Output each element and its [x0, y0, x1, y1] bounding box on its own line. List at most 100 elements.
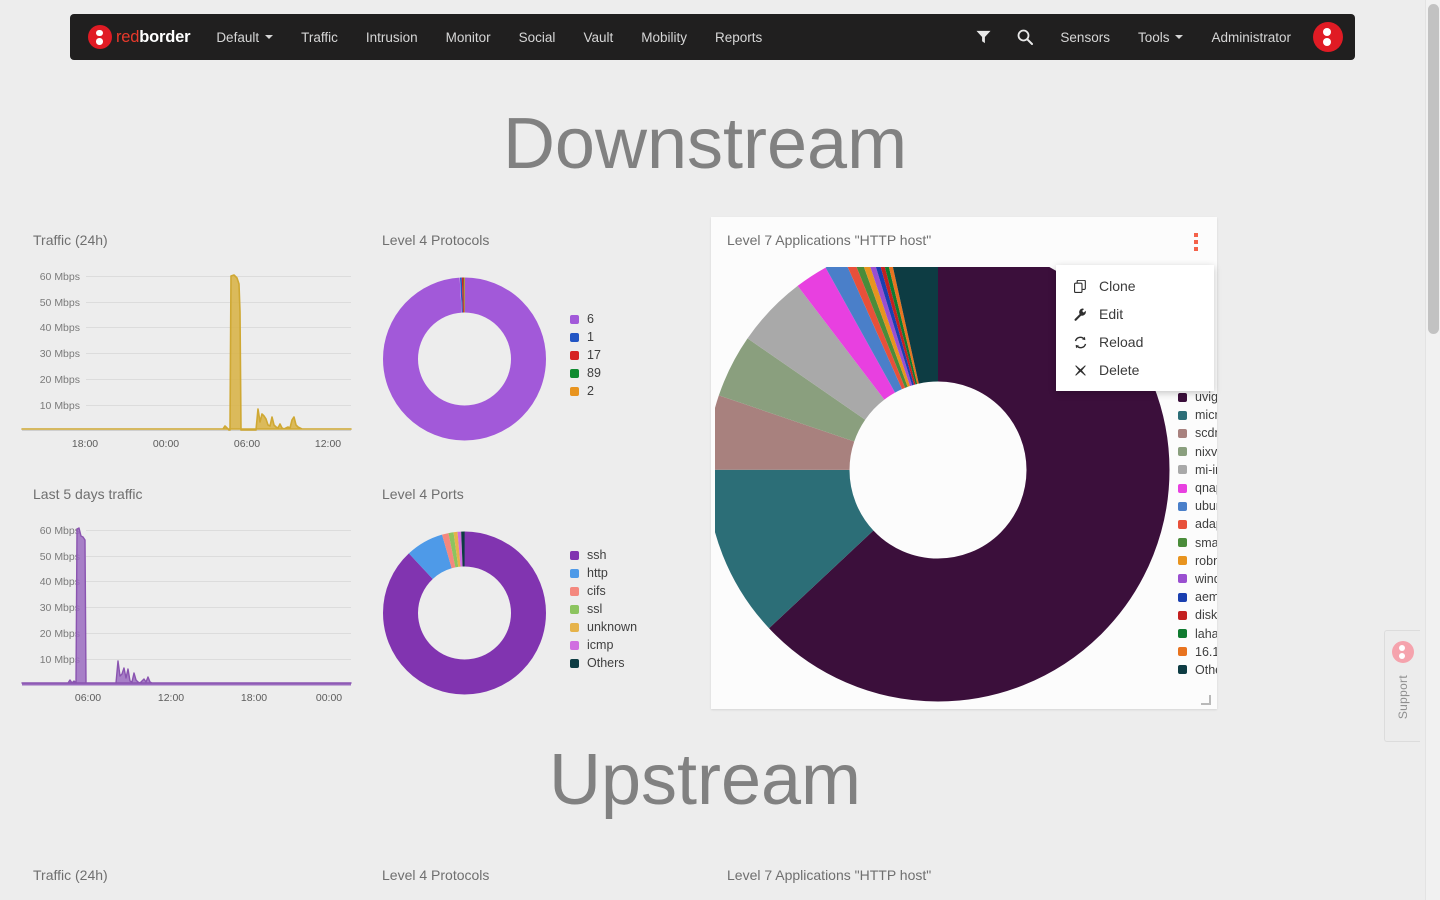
context-menu-item-clone[interactable]: Clone: [1056, 272, 1214, 300]
nav-item-social[interactable]: Social: [505, 14, 570, 60]
nav-item-default-label: Default: [216, 29, 260, 45]
widget-resize-handle[interactable]: [1201, 695, 1211, 705]
legend-swatch-mi-internal: [1178, 465, 1187, 475]
nav-item-intrusion[interactable]: Intrusion: [352, 14, 432, 60]
legend-label: aem: [1195, 590, 1217, 605]
legend-item[interactable]: cifs: [570, 582, 637, 600]
legend-swatch-unknown: [570, 622, 579, 632]
nav-item-sensors[interactable]: Sensors: [1046, 14, 1124, 60]
legend-swatch-cifs: [570, 586, 579, 596]
downstream-protocols-legend: 6 1 17 89 2: [570, 310, 601, 400]
legend-item[interactable]: Others: [570, 654, 637, 672]
legend-item[interactable]: scdn: [1178, 424, 1217, 442]
legend-swatch-89: [570, 368, 579, 378]
nav-item-tools[interactable]: Tools: [1124, 14, 1198, 60]
upstream-protocols-title: Level 4 Protocols: [382, 867, 490, 883]
nav-item-reports[interactable]: Reports: [701, 14, 776, 60]
downstream-traffic-chart[interactable]: 60 Mbps 50 Mbps 40 Mbps 30 Mbps 20 Mbps …: [18, 262, 358, 452]
legend-label: mi-in: [1195, 462, 1217, 477]
legend-label: Others: [587, 656, 625, 670]
search-icon[interactable]: [1004, 14, 1046, 60]
legend-label: 17: [587, 348, 601, 362]
legend-item[interactable]: ubun: [1178, 497, 1217, 515]
legend-swatch-others: [570, 658, 579, 668]
user-avatar-icon[interactable]: [1313, 22, 1343, 52]
nav-item-vault[interactable]: Vault: [569, 14, 627, 60]
nav-item-default[interactable]: Default: [202, 14, 287, 60]
legend-item[interactable]: ssh: [570, 546, 637, 564]
downstream-protocols-donut[interactable]: [381, 270, 556, 450]
legend-label: 1: [587, 330, 594, 344]
legend-item[interactable]: Othe: [1178, 661, 1217, 679]
legend-item[interactable]: micro: [1178, 406, 1217, 424]
svg-text:20 Mbps: 20 Mbps: [40, 628, 80, 640]
context-menu-item-delete[interactable]: Delete: [1056, 356, 1214, 384]
legend-item[interactable]: 1: [570, 328, 601, 346]
nav-item-mobility-label: Mobility: [641, 29, 687, 45]
legend-item[interactable]: 89: [570, 364, 601, 382]
legend-item[interactable]: wind: [1178, 570, 1217, 588]
legend-label: uvigo: [1195, 390, 1217, 405]
legend-item[interactable]: ssl: [570, 600, 637, 618]
nav-item-administrator-label: Administrator: [1211, 29, 1291, 45]
legend-swatch-uvigo: [1178, 392, 1187, 402]
legend-item[interactable]: 17: [570, 346, 601, 364]
downstream-ports-donut[interactable]: [381, 524, 556, 704]
top-navbar: redborder Default Traffic Intrusion Moni…: [70, 14, 1355, 60]
svg-text:12:00: 12:00: [158, 692, 184, 704]
legend-swatch-16-1: [1178, 647, 1187, 657]
filter-icon[interactable]: [962, 14, 1004, 60]
nav-item-monitor[interactable]: Monitor: [432, 14, 505, 60]
legend-item[interactable]: sma: [1178, 534, 1217, 552]
legend-item[interactable]: icmp: [570, 636, 637, 654]
downstream-heading: Downstream: [502, 104, 908, 184]
context-menu-label: Edit: [1099, 306, 1124, 322]
svg-text:18:00: 18:00: [72, 438, 98, 450]
legend-label: Othe: [1195, 662, 1217, 677]
legend-swatch-1: [570, 332, 579, 342]
svg-text:30 Mbps: 30 Mbps: [40, 602, 80, 614]
nav-item-mobility[interactable]: Mobility: [627, 14, 701, 60]
legend-item[interactable]: nixval: [1178, 443, 1217, 461]
legend-item[interactable]: robn: [1178, 552, 1217, 570]
wrench-icon: [1070, 308, 1090, 321]
nav-item-traffic[interactable]: Traffic: [287, 14, 352, 60]
legend-label: ssl: [587, 602, 603, 616]
legend-item[interactable]: 6: [570, 310, 601, 328]
context-menu-label: Delete: [1099, 362, 1140, 378]
context-menu-item-reload[interactable]: Reload: [1056, 328, 1214, 356]
legend-item[interactable]: 16.1: [1178, 643, 1217, 661]
svg-text:50 Mbps: 50 Mbps: [40, 297, 80, 309]
widget-menu-kebab-icon[interactable]: [1187, 231, 1205, 253]
svg-text:50 Mbps: 50 Mbps: [40, 551, 80, 563]
legend-item[interactable]: adap: [1178, 515, 1217, 533]
legend-item[interactable]: disk: [1178, 606, 1217, 624]
legend-item[interactable]: qnap: [1178, 479, 1217, 497]
legend-item[interactable]: laha: [1178, 624, 1217, 642]
downstream-last5-chart[interactable]: 60 Mbps 50 Mbps 40 Mbps 30 Mbps 20 Mbps …: [18, 516, 358, 706]
legend-swatch-ssl: [570, 604, 579, 614]
svg-text:30 Mbps: 30 Mbps: [40, 348, 80, 360]
legend-item[interactable]: unknown: [570, 618, 637, 636]
brand-logo-link[interactable]: redborder: [88, 14, 191, 60]
brand-text-red: red: [116, 27, 140, 46]
support-tab[interactable]: Support: [1384, 630, 1420, 742]
page-scrollbar[interactable]: [1425, 0, 1440, 900]
kebab-dot-2: [1194, 240, 1198, 244]
legend-item[interactable]: aem: [1178, 588, 1217, 606]
context-menu-item-edit[interactable]: Edit: [1056, 300, 1214, 328]
legend-swatch-others: [1178, 665, 1187, 675]
legend-item[interactable]: mi-in: [1178, 461, 1217, 479]
downstream-protocols-title: Level 4 Protocols: [382, 232, 490, 248]
downstream-last5-title: Last 5 days traffic: [33, 486, 143, 502]
page-scrollbar-thumb[interactable]: [1428, 4, 1439, 334]
nav-item-administrator[interactable]: Administrator: [1197, 14, 1305, 60]
page-root: redborder Default Traffic Intrusion Moni…: [0, 0, 1440, 900]
legend-swatch-adaptive: [1178, 519, 1187, 529]
legend-swatch-diskstation: [1178, 610, 1187, 620]
legend-swatch-ssh: [570, 550, 579, 560]
legend-label: ssh: [587, 548, 607, 562]
legend-item[interactable]: 2: [570, 382, 601, 400]
svg-text:06:00: 06:00: [75, 692, 101, 704]
legend-item[interactable]: http: [570, 564, 637, 582]
